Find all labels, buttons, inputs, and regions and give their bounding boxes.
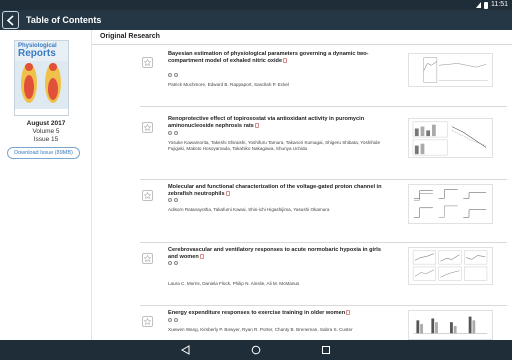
- download-issue-button[interactable]: Download Issue (89MB): [7, 147, 80, 159]
- star-icon: [144, 192, 151, 199]
- pdf-icon: [174, 318, 178, 322]
- section-header: Original Research: [100, 33, 160, 40]
- page-title: Table of Contents: [26, 15, 102, 25]
- article-item[interactable]: Cerebrovascular and ventilatory response…: [140, 243, 507, 306]
- article-figure-thumbnail[interactable]: [408, 118, 493, 158]
- issue-volume: Volume 5: [32, 128, 60, 135]
- article-figure-thumbnail[interactable]: [408, 53, 493, 87]
- back-button[interactable]: [2, 11, 19, 29]
- star-icon: [144, 59, 151, 66]
- article-authors: Patrick Muchmore, Edward B. Rappaport, S…: [168, 82, 289, 87]
- article-item[interactable]: Bayesian estimation of physiological par…: [140, 47, 507, 107]
- article-authors: Laura C. Morris, Daniela Flück, Philip N…: [168, 281, 300, 286]
- figure-graphic: [413, 189, 487, 218]
- article-list-panel: Original Research Bayesian estimation of…: [92, 30, 512, 340]
- info-icon: [168, 261, 172, 265]
- cover-brand-bottom: Reports: [18, 48, 56, 59]
- star-icon: [144, 124, 151, 131]
- figure-graphic: [412, 121, 487, 156]
- article-meta-icons: [168, 131, 178, 135]
- pdf-icon: [174, 261, 178, 265]
- article-authors: Adisorn Ratanayotha, Takafumi Kawai, Shi…: [168, 207, 330, 212]
- open-access-icon: [199, 254, 204, 260]
- article-title[interactable]: Bayesian estimation of physiological par…: [168, 51, 388, 65]
- app-bar: Table of Contents: [0, 10, 512, 30]
- status-bar: 11:51: [0, 0, 512, 10]
- article-authors: Yosuke Kawamorita, Takeshi Shiraishi, Yo…: [168, 140, 381, 151]
- favorite-star-button[interactable]: [142, 316, 153, 327]
- status-time: 11:51: [491, 1, 508, 8]
- recents-nav-icon[interactable]: [321, 345, 331, 355]
- info-icon: [168, 73, 172, 77]
- pdf-icon: [174, 198, 178, 202]
- figure-graphic: [423, 57, 488, 83]
- article-authors: Xuewen Wang, Kimberly P. Bowyer, Ryan R.…: [168, 327, 353, 332]
- open-access-icon: [254, 123, 259, 129]
- cover-art: [15, 61, 68, 115]
- pdf-icon: [174, 73, 178, 77]
- favorite-star-button[interactable]: [142, 253, 153, 264]
- figure-graphic: [413, 316, 488, 334]
- issue-date: August 2017: [26, 120, 66, 127]
- section-divider: [92, 44, 512, 45]
- pdf-icon: [174, 131, 178, 135]
- article-item[interactable]: Molecular and functional characterizatio…: [140, 180, 507, 243]
- status-indicators: 11:51: [476, 1, 508, 9]
- article-figure-thumbnail[interactable]: [408, 310, 493, 340]
- favorite-star-button[interactable]: [142, 122, 153, 133]
- system-navigation-bar: [0, 340, 512, 360]
- favorite-star-button[interactable]: [142, 57, 153, 68]
- article-title[interactable]: Molecular and functional characterizatio…: [168, 184, 388, 198]
- open-access-icon: [283, 58, 288, 64]
- favorite-star-button[interactable]: [142, 190, 153, 201]
- article-figure-thumbnail[interactable]: [408, 247, 493, 285]
- issue-cover-image[interactable]: Physiological Reports: [14, 40, 69, 116]
- info-icon: [168, 318, 172, 322]
- open-access-icon: [346, 310, 351, 316]
- article-item[interactable]: Renoprotective effect of topiroxostat vi…: [140, 112, 507, 180]
- issue-number: Issue 15: [33, 136, 59, 143]
- article-meta-icons: [168, 73, 178, 77]
- signal-icon: [476, 2, 481, 8]
- info-icon: [168, 198, 172, 202]
- home-nav-icon[interactable]: [251, 345, 261, 355]
- article-title[interactable]: Energy expenditure responses to exercise…: [168, 310, 398, 317]
- star-icon: [144, 318, 151, 325]
- article-title[interactable]: Cerebrovascular and ventilatory response…: [168, 247, 388, 261]
- article-meta-icons: [168, 318, 178, 322]
- article-meta-icons: [168, 198, 178, 202]
- article-figure-thumbnail[interactable]: [408, 184, 493, 224]
- article-title[interactable]: Renoprotective effect of topiroxostat vi…: [168, 116, 388, 130]
- open-access-icon: [225, 191, 230, 197]
- info-icon: [168, 131, 172, 135]
- chevron-left-icon: [6, 14, 14, 26]
- battery-icon: [484, 1, 488, 9]
- back-nav-icon[interactable]: [181, 345, 191, 355]
- star-icon: [144, 255, 151, 262]
- issue-panel: Physiological Reports August 2017 Volume…: [0, 30, 92, 340]
- figure-graphic: [412, 250, 488, 281]
- article-meta-icons: [168, 261, 178, 265]
